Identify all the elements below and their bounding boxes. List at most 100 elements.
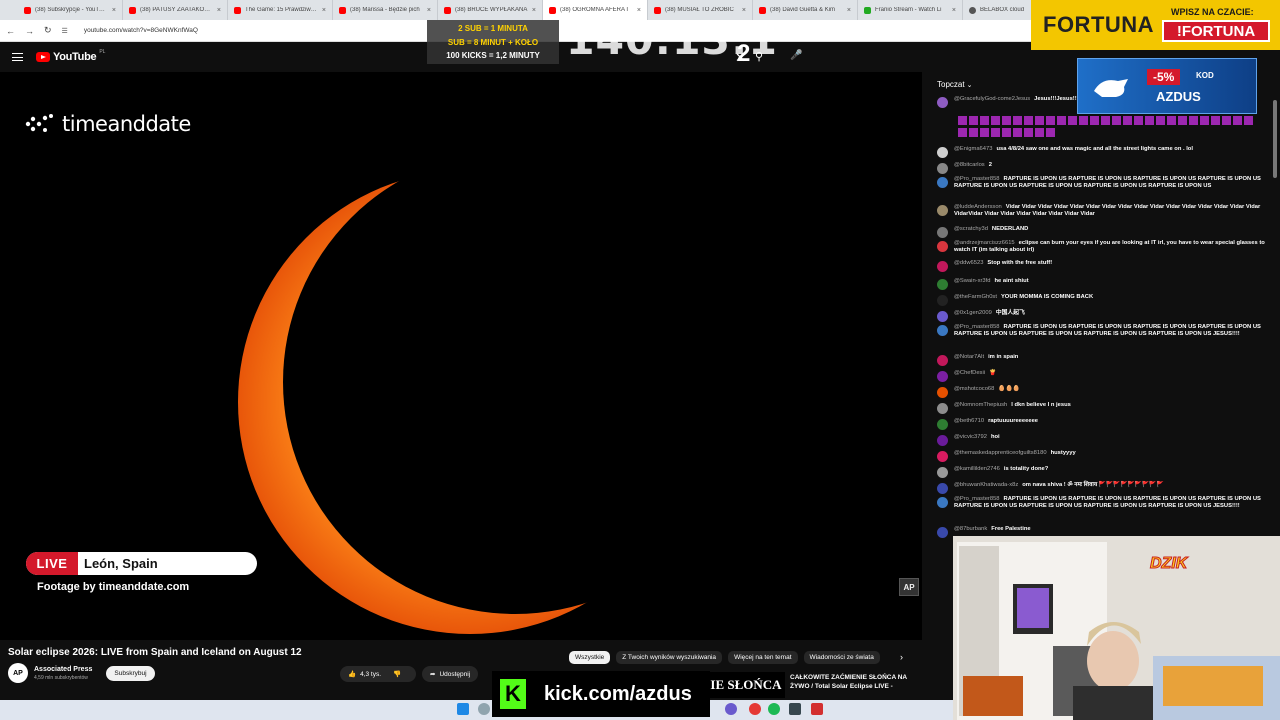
chat-avatar[interactable] — [937, 527, 948, 538]
chat-avatar[interactable] — [937, 205, 948, 216]
chat-avatar[interactable] — [937, 261, 948, 272]
close-icon[interactable]: × — [952, 7, 956, 14]
chat-username[interactable]: @theFarmGh0st — [954, 294, 997, 300]
share-button[interactable]: ➦ Udostępnij — [422, 666, 479, 682]
chat-username[interactable]: @bhuwanKhatiwada-x8z — [954, 482, 1018, 488]
chat-scrollbar[interactable] — [1273, 100, 1277, 178]
chat-text: 🥚🥚🥚 — [998, 386, 1021, 392]
channel-avatar[interactable]: AP — [8, 663, 28, 683]
chat-avatar[interactable] — [937, 419, 948, 430]
chat-username[interactable]: @NomnomThepiush — [954, 402, 1007, 408]
spotify-icon[interactable] — [768, 703, 780, 715]
video-player[interactable]: timeanddate LIVE León, Spain Footage by … — [0, 72, 922, 640]
chrome-icon[interactable] — [749, 703, 761, 715]
reload-icon[interactable]: ↻ — [44, 25, 52, 36]
youtube-favicon-icon — [759, 6, 766, 14]
app-icon[interactable] — [811, 703, 823, 715]
youtube-logo[interactable]: YouTube PL — [36, 49, 105, 63]
browser-tab[interactable]: Franio Stream - Watch Li × — [858, 0, 963, 20]
forward-arrow-icon[interactable]: → — [25, 26, 34, 36]
close-icon[interactable]: × — [637, 7, 641, 14]
chip-more-on-topic[interactable]: Więcej na ten temat — [728, 651, 798, 664]
back-arrow-icon[interactable]: ← — [6, 26, 15, 36]
menu-icon[interactable] — [12, 53, 23, 61]
chat-username[interactable]: @Enigma6473 — [954, 146, 992, 152]
browser-tab[interactable]: (38) Marissa - Będzie pich × — [333, 0, 438, 20]
site-info-icon[interactable]: ☰ — [62, 27, 68, 35]
chat-mode-select[interactable]: Topczat ⌄ — [937, 80, 972, 89]
chat-username[interactable]: @0x1gen2009 — [954, 310, 992, 316]
chat-username[interactable]: @scratchy3d — [954, 226, 988, 232]
chat-username[interactable]: @beth6710 — [954, 418, 984, 424]
chat-username[interactable]: @luddeAndersson — [954, 204, 1002, 210]
chat-avatar[interactable] — [937, 355, 948, 366]
chat-avatar[interactable] — [937, 371, 948, 382]
close-icon[interactable]: × — [322, 7, 326, 14]
chat-username[interactable]: @8bitcarlos — [954, 162, 985, 168]
url-field[interactable]: youtube.com/watch?v=8GeNWKnfWaQ — [84, 27, 198, 34]
chat-avatar[interactable] — [937, 147, 948, 158]
chat-avatar[interactable] — [937, 311, 948, 322]
chat-avatar[interactable] — [937, 227, 948, 238]
chat-avatar[interactable] — [937, 403, 948, 414]
like-button[interactable]: 👍 4,3 tys. 👎 — [340, 666, 416, 682]
subscribe-button[interactable]: Subskrybuj — [106, 665, 155, 681]
recommended-video-thumbnail[interactable]: IE SŁOŃCA — [707, 672, 785, 698]
windows-start-icon[interactable] — [457, 703, 469, 715]
chat-avatar[interactable] — [937, 483, 948, 494]
chat-username[interactable]: @Pro_master858 — [954, 324, 1000, 330]
chat-avatar[interactable] — [937, 241, 948, 252]
chat-avatar[interactable] — [937, 467, 948, 478]
chat-avatar[interactable] — [937, 279, 948, 290]
chat-avatar[interactable] — [937, 497, 948, 508]
chat-username[interactable]: @87burbank — [954, 526, 987, 532]
chat-avatar[interactable] — [937, 177, 948, 188]
close-icon[interactable]: × — [532, 7, 536, 14]
browser-tab[interactable]: (38) PATUSY ZAATAKOWAŁY × — [123, 0, 228, 20]
microphone-icon[interactable]: 🎤 — [790, 50, 802, 61]
cross-emote-icon — [969, 116, 978, 125]
close-icon[interactable]: × — [847, 7, 851, 14]
chat-username[interactable]: @GracefulyGod-come2Jesus — [954, 96, 1030, 102]
close-icon[interactable]: × — [427, 7, 431, 14]
chat-avatar[interactable] — [937, 435, 948, 446]
chat-username[interactable]: @Pro_master858 — [954, 496, 1000, 502]
chat-username[interactable]: @Swain-xr3fd — [954, 278, 991, 284]
chat-avatar[interactable] — [937, 163, 948, 174]
obs-icon[interactable] — [789, 703, 801, 715]
chat-username[interactable]: @Notar7Alt — [954, 354, 984, 360]
chip-all[interactable]: Wszystkie — [569, 651, 611, 664]
chat-avatar[interactable] — [937, 295, 948, 306]
chevron-right-icon[interactable]: › — [900, 652, 903, 662]
chat-username[interactable]: @themaskedapprenticeofguilts8180 — [954, 450, 1047, 456]
app-icon[interactable] — [725, 703, 737, 715]
streamer-webcam — [953, 536, 1280, 720]
chat-username[interactable]: @Pro_master858 — [954, 176, 1000, 182]
chat-username[interactable]: @mshotcoco68 — [954, 386, 994, 392]
recommended-video-title[interactable]: CAŁKOWITE ZAĆMIENIE SŁOŃCA NA ŻYWO / Tot… — [790, 673, 920, 691]
discount-percent: -5% — [1147, 69, 1181, 85]
chat-avatar[interactable] — [937, 97, 948, 108]
chat-username[interactable]: @ChefDesii — [954, 370, 985, 376]
close-icon[interactable]: × — [112, 7, 116, 14]
close-icon[interactable]: × — [742, 7, 746, 14]
chat-avatar[interactable] — [937, 387, 948, 398]
chat-username[interactable]: @kamillilden2746 — [954, 466, 1000, 472]
channel-row: AP Associated Press 4,59 mln subskrybent… — [8, 663, 155, 683]
browser-tab[interactable]: (38) BRUCE WYPŁAKANA × — [438, 0, 543, 20]
chat-username[interactable]: @vicvic3792 — [954, 434, 987, 440]
chat-username[interactable]: @ddw6523 — [954, 260, 983, 266]
channel-name[interactable]: Associated Press — [34, 666, 92, 673]
close-icon[interactable]: × — [217, 7, 221, 14]
chat-avatar[interactable] — [937, 325, 948, 336]
chat-message-body: @ddw6523 Stop with the free stuff! — [954, 260, 1052, 272]
chip-world-news[interactable]: Wiadomości ze świata — [803, 651, 880, 664]
browser-tab[interactable]: The Game: 15 Prawdziwych × — [228, 0, 333, 20]
chip-from-search[interactable]: Z Twoich wyników wyszukiwania — [616, 651, 723, 664]
chat-message-body: @Enigma6473 usa 4/8/24 saw one and was ma… — [954, 146, 1193, 158]
search-icon[interactable] — [478, 703, 490, 715]
thumbs-down-icon[interactable]: 👎 — [393, 670, 401, 678]
browser-tab[interactable]: (38) Subskrypcje - YouTube × — [18, 0, 123, 20]
chat-avatar[interactable] — [937, 451, 948, 462]
chat-username[interactable]: @andrzejmarciszz6615 — [954, 240, 1015, 246]
